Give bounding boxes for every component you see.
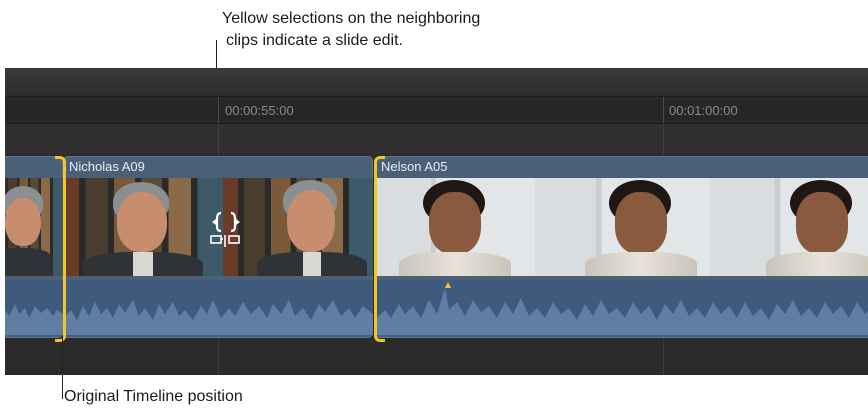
ruler-timecode: 00:00:55:00 <box>225 103 294 118</box>
video-thumbnail <box>710 178 868 276</box>
top-callout: Yellow selections on the neighboring cli… <box>222 8 562 52</box>
bottom-callout-leader <box>62 336 63 399</box>
waveform-graphic <box>375 282 868 335</box>
top-callout-line2: clips indicate a slide edit. <box>226 32 403 49</box>
timeline-ruler[interactable]: 00:00:55:00 00:01:00:00 <box>5 97 868 124</box>
clip-thumbnails <box>375 178 868 276</box>
left-edit-selection[interactable] <box>55 156 66 342</box>
audio-waveform <box>63 280 373 335</box>
slide-edit-cursor-icon <box>208 209 244 253</box>
timeline-toolbar-strip <box>5 68 868 97</box>
clip-nelson-a05[interactable]: Nelson A05 <box>375 156 868 338</box>
ruler-timecode: 00:01:00:00 <box>669 103 738 118</box>
timeline[interactable]: 00:00:55:00 00:01:00:00 Nicholas A09 Nel… <box>5 68 868 375</box>
video-thumbnail <box>535 178 710 276</box>
timeline-lane <box>5 124 868 154</box>
video-thumbnail <box>63 178 223 276</box>
video-thumbnail <box>223 178 373 276</box>
top-callout-line1: Yellow selections on the neighboring <box>222 10 481 27</box>
waveform-graphic <box>63 300 373 335</box>
clip-title: Nicholas A09 <box>69 159 145 174</box>
right-edit-selection[interactable] <box>374 156 385 342</box>
bottom-callout: Original Timeline position <box>64 388 243 405</box>
video-thumbnail <box>375 178 535 276</box>
audio-waveform <box>375 280 868 335</box>
clip-title: Nelson A05 <box>381 159 448 174</box>
